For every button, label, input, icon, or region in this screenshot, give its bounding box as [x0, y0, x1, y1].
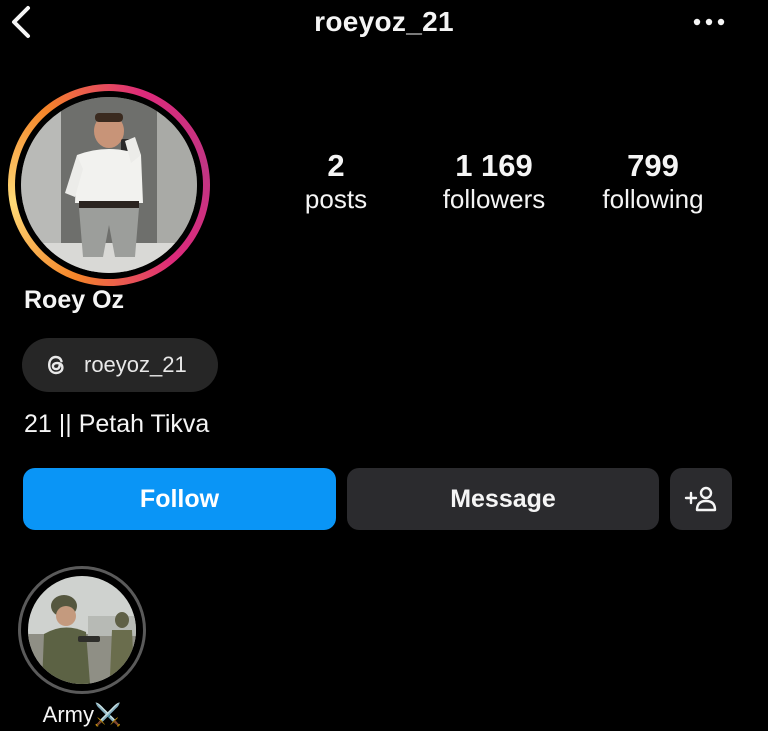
stat-posts[interactable]: 2 posts: [256, 148, 416, 214]
threads-handle: roeyoz_21: [84, 352, 187, 377]
display-name: Roey Oz: [24, 286, 125, 314]
follow-button[interactable]: Follow: [23, 468, 336, 530]
story-highlight[interactable]: Army⚔️: [18, 566, 146, 727]
message-button[interactable]: Message: [347, 468, 659, 530]
threads-icon: [47, 355, 64, 375]
more-options-button[interactable]: [690, 10, 730, 34]
profile-username-title: roeyoz_21: [314, 6, 454, 37]
more-horizontal-icon: [693, 18, 725, 26]
suggest-users-button[interactable]: [670, 468, 732, 530]
following-label: following: [602, 184, 704, 214]
posts-label: posts: [304, 184, 368, 214]
profile-page: roeyoz_21 2 posts 1 169 followers 799 fo…: [0, 0, 768, 731]
add-user-icon: [684, 486, 717, 512]
followers-label: followers: [442, 184, 546, 214]
followers-count: 1 169: [455, 148, 533, 183]
profile-bio: 21 || Petah Tikva: [24, 410, 210, 438]
highlight-cover-image: [28, 576, 136, 684]
avatar: [21, 97, 197, 273]
stat-following[interactable]: 799 following: [573, 148, 733, 214]
avatar-story-ring[interactable]: [8, 84, 210, 286]
stat-followers[interactable]: 1 169 followers: [414, 148, 574, 214]
following-count: 799: [627, 148, 679, 183]
threads-link-button[interactable]: roeyoz_21: [22, 338, 218, 392]
highlight-label: Army⚔️: [42, 702, 122, 727]
posts-count: 2: [327, 148, 345, 183]
